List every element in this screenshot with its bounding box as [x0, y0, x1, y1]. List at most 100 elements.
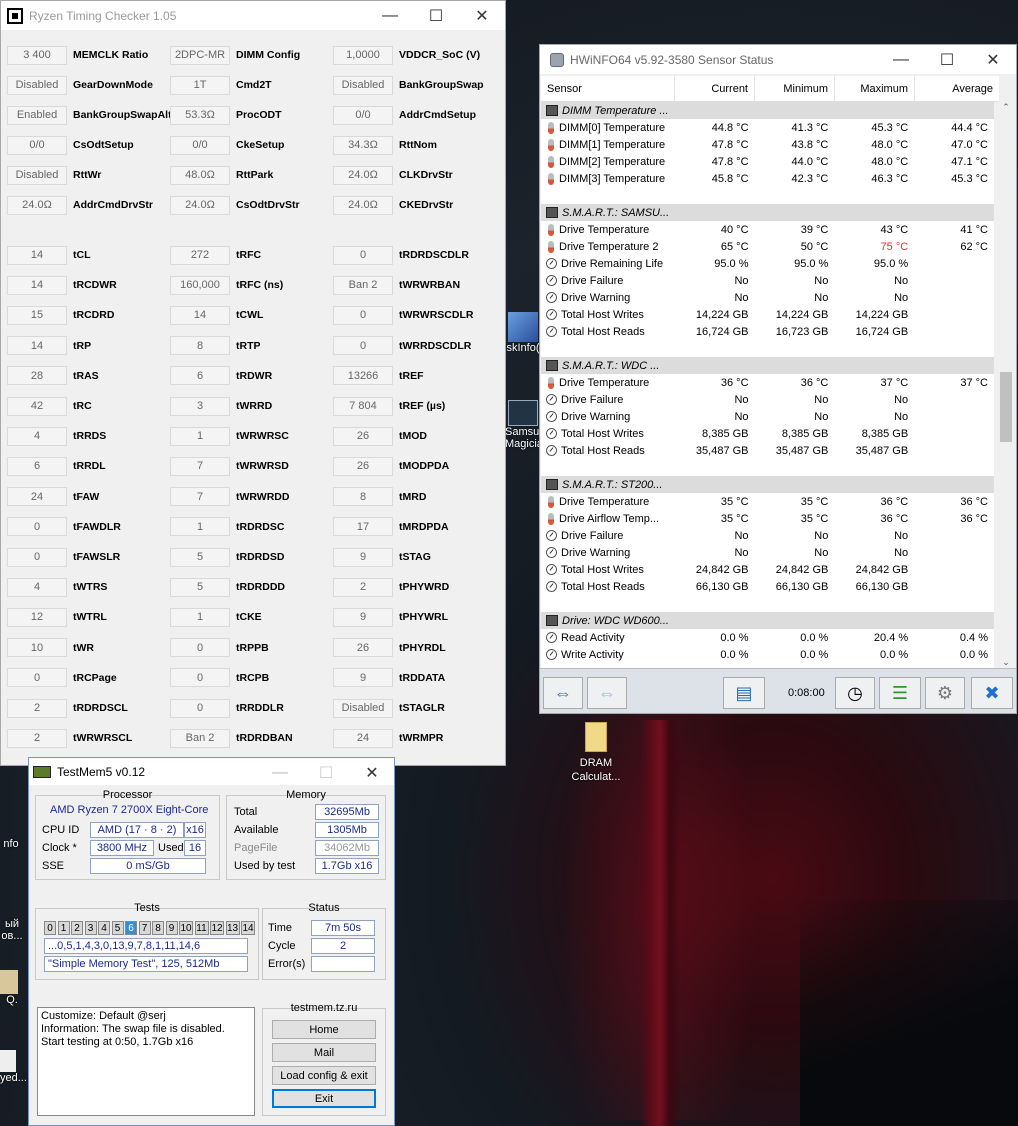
setting-value[interactable]: 14 [7, 245, 67, 265]
setting-value[interactable]: 24.0Ω [7, 195, 67, 215]
setting-value[interactable]: 2DPC-MR [170, 45, 230, 65]
minimize-icon[interactable]: — [257, 758, 303, 787]
setting-value[interactable]: 0 [7, 517, 67, 537]
gear-icon[interactable]: ⚙ [925, 677, 965, 709]
setting-value[interactable]: Disabled [7, 75, 67, 95]
desktop-icon-left-1[interactable]: nfo [0, 810, 22, 850]
sensor-row[interactable]: Drive Warning No No No [541, 544, 994, 561]
maximize-icon[interactable]: ☐ [413, 1, 459, 30]
sensor-group-row[interactable]: S.M.A.R.T.: SAMSU... [541, 204, 994, 221]
col-maximum[interactable]: Maximum [835, 75, 915, 102]
setting-value[interactable]: 24.0Ω [170, 195, 230, 215]
setting-value[interactable]: 24.0Ω [333, 195, 393, 215]
setting-value[interactable]: 8 [333, 487, 393, 507]
setting-value[interactable]: 4 [7, 426, 67, 446]
tm-titlebar[interactable]: TestMem5 v0.12 — ☐ ✕ [29, 758, 394, 785]
col-current[interactable]: Current [675, 75, 755, 102]
setting-value[interactable]: 14 [170, 305, 230, 325]
desktop-icon-samsung[interactable]: Samsun Magicia [505, 400, 545, 450]
setting-value[interactable]: 0 [170, 698, 230, 718]
setting-value[interactable]: 0/0 [170, 135, 230, 155]
setting-value[interactable]: 0 [333, 336, 393, 356]
desktop-icon-diskinfo[interactable]: skInfo( [505, 312, 541, 354]
sensor-row[interactable]: DIMM[1] Temperature 47.8 °C 43.8 °C 48.0 °C… [541, 136, 994, 153]
setting-value[interactable]: 1 [170, 607, 230, 627]
sensor-row[interactable]: DIMM[0] Temperature 44.8 °C 41.3 °C 45.3 °C… [541, 119, 994, 136]
setting-value[interactable]: 0/0 [333, 105, 393, 125]
setting-value[interactable]: 48.0Ω [170, 165, 230, 185]
col-average[interactable]: Average [915, 76, 999, 102]
setting-value[interactable]: 28 [7, 366, 67, 386]
setting-value[interactable]: 12 [7, 607, 67, 627]
setting-value[interactable]: 34.3Ω [333, 135, 393, 155]
setting-value[interactable]: 0 [7, 547, 67, 567]
hw-titlebar[interactable]: HWiNFO64 v5.92-3580 Sensor Status — ☐ ✕ [540, 45, 1016, 74]
setting-value[interactable]: 15 [7, 305, 67, 325]
setting-value[interactable]: 5 [170, 577, 230, 597]
setting-value[interactable]: 17 [333, 517, 393, 537]
setting-value[interactable]: 2 [333, 577, 393, 597]
setting-value[interactable]: 14 [7, 336, 67, 356]
sensor-row[interactable]: Drive Temperature 2 65 °C 50 °C 75 °C 62 °C [541, 238, 994, 255]
setting-value[interactable]: 7 804 [333, 396, 393, 416]
setting-value[interactable]: 1,0000 [333, 45, 393, 65]
setting-value[interactable]: 0 [170, 668, 230, 688]
setting-value[interactable]: Enabled [7, 105, 67, 125]
report-add-icon[interactable]: ☰ [879, 677, 921, 709]
setting-value[interactable]: 9 [333, 668, 393, 688]
setting-value[interactable]: 3 [170, 396, 230, 416]
setting-value[interactable]: 0 [333, 245, 393, 265]
nav-arrows-icon[interactable]: ⇔ [543, 677, 583, 709]
setting-value[interactable]: 1T [170, 75, 230, 95]
setting-value[interactable]: 26 [333, 456, 393, 476]
col-minimum[interactable]: Minimum [755, 75, 835, 102]
sensor-row[interactable]: DIMM[2] Temperature 47.8 °C 44.0 °C 48.0 °C… [541, 153, 994, 170]
setting-value[interactable]: Disabled [7, 165, 67, 185]
mail-button[interactable]: Mail [272, 1043, 376, 1062]
desktop-icon-left-3[interactable]: Q. [0, 970, 24, 1006]
log-panel[interactable]: Customize: Default @serj Information: Th… [37, 1007, 255, 1116]
close-icon[interactable]: ✕ [970, 45, 1016, 74]
setting-value[interactable]: 13266 [333, 366, 393, 386]
sensor-row[interactable]: Drive Failure No No No [541, 272, 994, 289]
setting-value[interactable]: 160,000 [170, 275, 230, 295]
setting-value[interactable]: 24 [333, 728, 393, 748]
scroll-up-icon[interactable]: ⌃ [998, 102, 1014, 113]
setting-value[interactable]: 2 [7, 728, 67, 748]
sensor-row[interactable]: Drive Warning No No No [541, 289, 994, 306]
setting-value[interactable]: 24 [7, 487, 67, 507]
sensor-group-row[interactable]: Drive: WDC WD600... [541, 612, 994, 629]
home-button[interactable]: Home [272, 1020, 376, 1039]
setting-value[interactable]: 1 [170, 517, 230, 537]
sensor-row[interactable]: Drive Airflow Temp... 35 °C 35 °C 36 °C 36 °… [541, 510, 994, 527]
scroll-down-icon[interactable]: ⌄ [998, 657, 1014, 668]
desktop-icon-dram-calculator[interactable]: DRAM Calculat... [565, 722, 627, 784]
maximize-icon[interactable]: ☐ [303, 758, 349, 787]
setting-value[interactable]: 1 [170, 426, 230, 446]
sensor-row[interactable]: Total Host Writes 24,842 GB 24,842 GB 24,84… [541, 561, 994, 578]
rtc-titlebar[interactable]: Ryzen Timing Checker 1.05 — ☐ ✕ [1, 1, 505, 30]
sensor-scrollbar[interactable]: ⌃ ⌄ [998, 102, 1014, 668]
setting-value[interactable]: 4 [7, 577, 67, 597]
setting-value[interactable]: 10 [7, 638, 67, 658]
setting-value[interactable]: Disabled [333, 698, 393, 718]
setting-value[interactable]: 0 [170, 638, 230, 658]
setting-value[interactable]: 14 [7, 275, 67, 295]
sensor-row[interactable]: Total Host Writes 8,385 GB 8,385 GB 8,385 G… [541, 425, 994, 442]
setting-value[interactable]: 0 [333, 305, 393, 325]
network-icon[interactable]: ▤ [723, 677, 765, 709]
setting-value[interactable]: 7 [170, 487, 230, 507]
setting-value[interactable]: 24.0Ω [333, 165, 393, 185]
sensor-row[interactable]: Drive Failure No No No [541, 391, 994, 408]
scrollbar-thumb[interactable] [1000, 372, 1012, 442]
sensor-row[interactable]: Total Host Writes 14,224 GB 14,224 GB 14,22… [541, 306, 994, 323]
sensor-row[interactable]: DIMM[3] Temperature 45.8 °C 42.3 °C 46.3 °C… [541, 170, 994, 187]
setting-value[interactable]: 6 [7, 456, 67, 476]
setting-value[interactable]: Disabled [333, 75, 393, 95]
setting-value[interactable]: 8 [170, 336, 230, 356]
setting-value[interactable]: Ban 2 [170, 728, 230, 748]
close-sensors-icon[interactable]: ✖ [971, 677, 1013, 709]
load-config-exit-button[interactable]: Load config & exit [272, 1066, 376, 1085]
setting-value[interactable]: 9 [333, 607, 393, 627]
sensor-group-row[interactable]: S.M.A.R.T.: ST200... [541, 476, 994, 493]
